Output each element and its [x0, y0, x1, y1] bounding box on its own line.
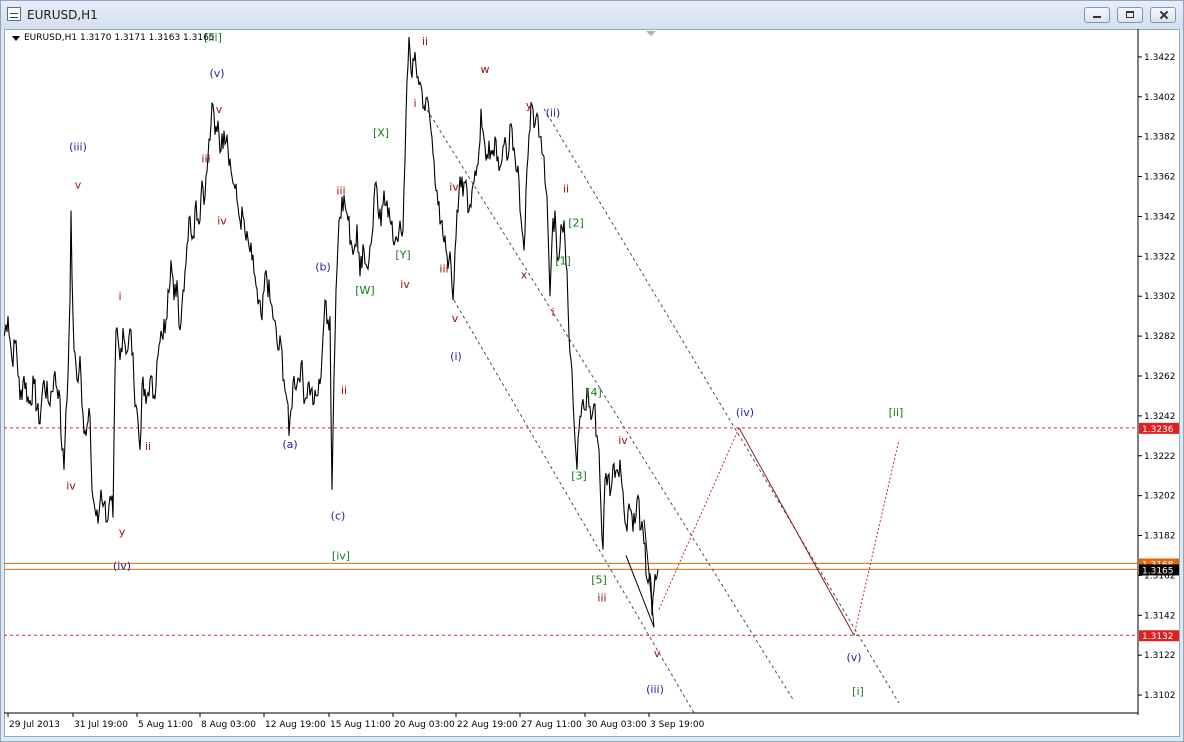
- y-tick-label-4: 1.3342: [1144, 212, 1176, 222]
- wave-label-31: x: [521, 268, 528, 281]
- current-price-tag-label: 1.3165: [1142, 566, 1174, 576]
- wave-label-27: iv: [449, 181, 459, 194]
- x-tick-label-1: 31 Jul 19:00: [74, 720, 128, 730]
- y-tick-label-7: 1.3282: [1144, 332, 1176, 342]
- wave-label-40: iii: [597, 591, 606, 604]
- wave-label-14: ii: [341, 384, 347, 397]
- wave-label-44: [ii]: [889, 406, 904, 419]
- price-tag-label-0: 1.3236: [1142, 425, 1174, 435]
- x-tick-label-4: 12 Aug 19:00: [265, 720, 326, 730]
- x-tick-label-10: 3 Sep 19:00: [650, 720, 705, 730]
- wave-label-0: (iii): [69, 141, 87, 154]
- wave-label-5: y: [119, 526, 126, 539]
- wave-label-15: (c): [331, 510, 346, 523]
- wave-label-17: iii: [336, 185, 345, 198]
- wave-label-16: [iv]: [332, 549, 350, 562]
- wave-label-2: i: [118, 290, 121, 303]
- wave-label-9: v: [216, 103, 223, 116]
- x-tick-label-7: 22 Aug 19:00: [457, 720, 518, 730]
- wave-label-38: [3]: [571, 470, 587, 483]
- wave-label-34: [1]: [555, 254, 571, 267]
- wave-label-28: iii: [439, 262, 448, 275]
- y-tick-label-0: 1.3422: [1144, 53, 1176, 63]
- wave-label-32: ii: [563, 183, 569, 196]
- maximize-button[interactable]: [1117, 7, 1143, 23]
- wave-label-13: (a): [282, 438, 297, 451]
- fan-line-0: [625, 555, 655, 628]
- y-tick-label-1: 1.3402: [1144, 93, 1176, 103]
- y-tick-label-15: 1.3122: [1144, 651, 1176, 661]
- wave-label-39: [5]: [591, 573, 607, 586]
- x-tick-label-3: 8 Aug 03:00: [201, 720, 256, 730]
- x-tick-label-5: 15 Aug 11:00: [330, 720, 391, 730]
- window-title: EURUSD,H1: [27, 8, 98, 22]
- chart-info-label: EURUSD,H1 1.3170 1.3171 1.3163 1.3165: [24, 33, 215, 43]
- wave-label-24: w: [481, 63, 490, 76]
- wave-label-12: (b): [315, 260, 331, 273]
- y-tick-label-6: 1.3302: [1144, 292, 1176, 302]
- wave-label-30: (i): [450, 350, 462, 363]
- wave-label-43: (iv): [736, 406, 754, 419]
- y-tick-label-14: 1.3142: [1144, 611, 1176, 621]
- wave-label-1: v: [75, 179, 82, 192]
- y-tick-label-11: 1.3202: [1144, 492, 1176, 502]
- wave-label-23: i: [413, 97, 416, 110]
- x-tick-label-8: 27 Aug 11:00: [521, 720, 582, 730]
- y-tick-label-9: 1.3242: [1144, 412, 1176, 422]
- x-tick-label-6: 20 Aug 03:00: [394, 720, 455, 730]
- wave-label-26: (ii): [546, 107, 561, 120]
- x-tick-label-9: 30 Aug 03:00: [586, 720, 647, 730]
- projection-segment-0: [658, 427, 740, 610]
- wave-label-10: iii: [201, 153, 210, 166]
- y-tick-label-3: 1.3362: [1144, 173, 1176, 183]
- wave-label-8: (v): [209, 67, 224, 80]
- y-tick-label-12: 1.3182: [1144, 532, 1176, 542]
- wave-label-29: v: [452, 312, 459, 325]
- wave-label-41: v: [654, 647, 661, 660]
- price-tag-label-3: 1.3132: [1142, 632, 1174, 642]
- wave-label-21: iv: [400, 278, 410, 291]
- chart-menu-arrow-icon[interactable]: [12, 36, 20, 41]
- trend-line-0: [423, 104, 795, 702]
- wave-label-35: i: [551, 306, 554, 319]
- wave-label-19: [W]: [355, 284, 374, 297]
- wave-label-11: iv: [217, 214, 227, 227]
- wave-label-37: iv: [618, 434, 628, 447]
- x-tick-label-0: 29 Jul 2013: [9, 720, 60, 730]
- price-line: [4, 36, 659, 616]
- y-tick-label-10: 1.3222: [1144, 452, 1176, 462]
- y-tick-label-8: 1.3262: [1144, 372, 1176, 382]
- y-tick-label-2: 1.3382: [1144, 133, 1176, 143]
- chart-shift-marker-icon[interactable]: [646, 31, 656, 36]
- wave-label-18: [X]: [373, 127, 389, 140]
- close-button[interactable]: [1150, 7, 1176, 23]
- y-tick-label-5: 1.3322: [1144, 252, 1176, 262]
- y-tick-label-16: 1.3102: [1144, 691, 1176, 701]
- wave-label-3: iv: [66, 480, 76, 493]
- wave-label-33: [2]: [568, 216, 584, 229]
- wave-label-4: ii: [145, 440, 151, 453]
- x-tick-label-2: 5 Aug 11:00: [138, 720, 193, 730]
- title-bar[interactable]: EURUSD,H1: [1, 1, 1183, 29]
- wave-label-20: [Y]: [395, 248, 410, 261]
- price-chart[interactable]: 1.3422 1.3402 1.3382 1.3362 1.3342 1.3322 1.33…: [4, 29, 1180, 737]
- wave-label-45: (v): [846, 651, 861, 664]
- wave-label-46: [i]: [852, 685, 864, 698]
- wave-label-36: [4]: [586, 386, 602, 399]
- projection-segment-2: [853, 439, 900, 636]
- wave-label-6: (iv): [113, 559, 131, 572]
- minimize-button[interactable]: [1084, 7, 1110, 23]
- wave-label-22: ii: [422, 35, 428, 48]
- trend-line-2: [543, 108, 900, 704]
- projection-segment-1: [738, 427, 855, 636]
- chart-window-icon: [7, 7, 21, 21]
- wave-label-42: (iii): [646, 683, 664, 696]
- wave-label-25: y: [526, 99, 533, 112]
